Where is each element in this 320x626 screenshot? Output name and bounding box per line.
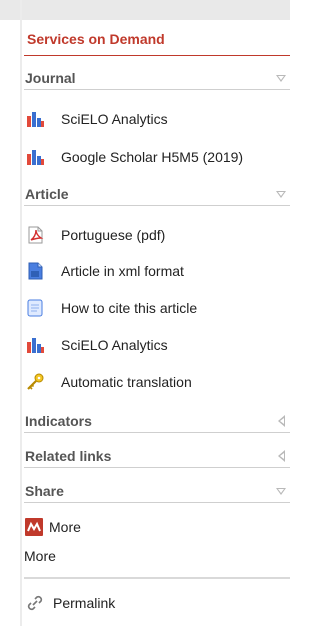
title-divider <box>24 55 290 56</box>
caret-left-icon <box>278 415 285 427</box>
section-journal-label: Journal <box>25 70 76 86</box>
chain-link-icon <box>27 595 43 611</box>
bar-chart-icon <box>27 150 44 165</box>
section-share-label: Share <box>25 483 64 499</box>
section-share[interactable]: Share <box>24 481 290 503</box>
section-divider <box>24 467 290 468</box>
caret-down-icon <box>276 75 286 82</box>
article-item-label: SciELO Analytics <box>61 337 168 353</box>
journal-item-label: Google Scholar H5M5 (2019) <box>61 149 244 165</box>
section-divider <box>24 89 290 90</box>
bottom-divider <box>24 577 290 579</box>
article-item-label: Article in xml format <box>61 263 184 279</box>
caret-left-icon <box>278 450 285 462</box>
share-more-link[interactable]: More <box>24 546 56 566</box>
section-related-links[interactable]: Related links <box>24 446 290 468</box>
article-item-label: Automatic translation <box>61 374 192 390</box>
section-related-label: Related links <box>25 448 112 464</box>
section-divider <box>24 205 290 206</box>
share-more-label: More <box>49 519 81 535</box>
share-badge-icon <box>25 518 43 536</box>
bar-chart-icon <box>27 112 44 127</box>
services-panel: Services on Demand Journal SciELO Analyt… <box>0 0 290 626</box>
document-icon <box>27 299 43 317</box>
bar-chart-icon <box>27 338 44 353</box>
section-article[interactable]: Article <box>24 184 290 206</box>
caret-down-icon <box>276 191 286 198</box>
key-icon <box>27 373 44 390</box>
permalink-label: Permalink <box>53 595 116 611</box>
caret-down-icon <box>276 488 286 495</box>
journal-item-label: SciELO Analytics <box>61 111 168 127</box>
section-journal[interactable]: Journal <box>24 68 290 90</box>
pdf-icon <box>28 226 44 244</box>
panel-left-edge <box>20 0 22 626</box>
article-item-label: Portuguese (pdf) <box>61 227 166 243</box>
section-article-label: Article <box>25 186 69 202</box>
panel-title: Services on Demand <box>27 31 165 47</box>
article-item-label: How to cite this article <box>61 300 198 316</box>
section-indicators[interactable]: Indicators <box>24 411 290 433</box>
section-divider <box>24 432 290 433</box>
section-indicators-label: Indicators <box>25 413 92 429</box>
top-strip <box>0 0 290 20</box>
section-divider <box>24 502 290 503</box>
xml-file-icon <box>28 262 43 280</box>
